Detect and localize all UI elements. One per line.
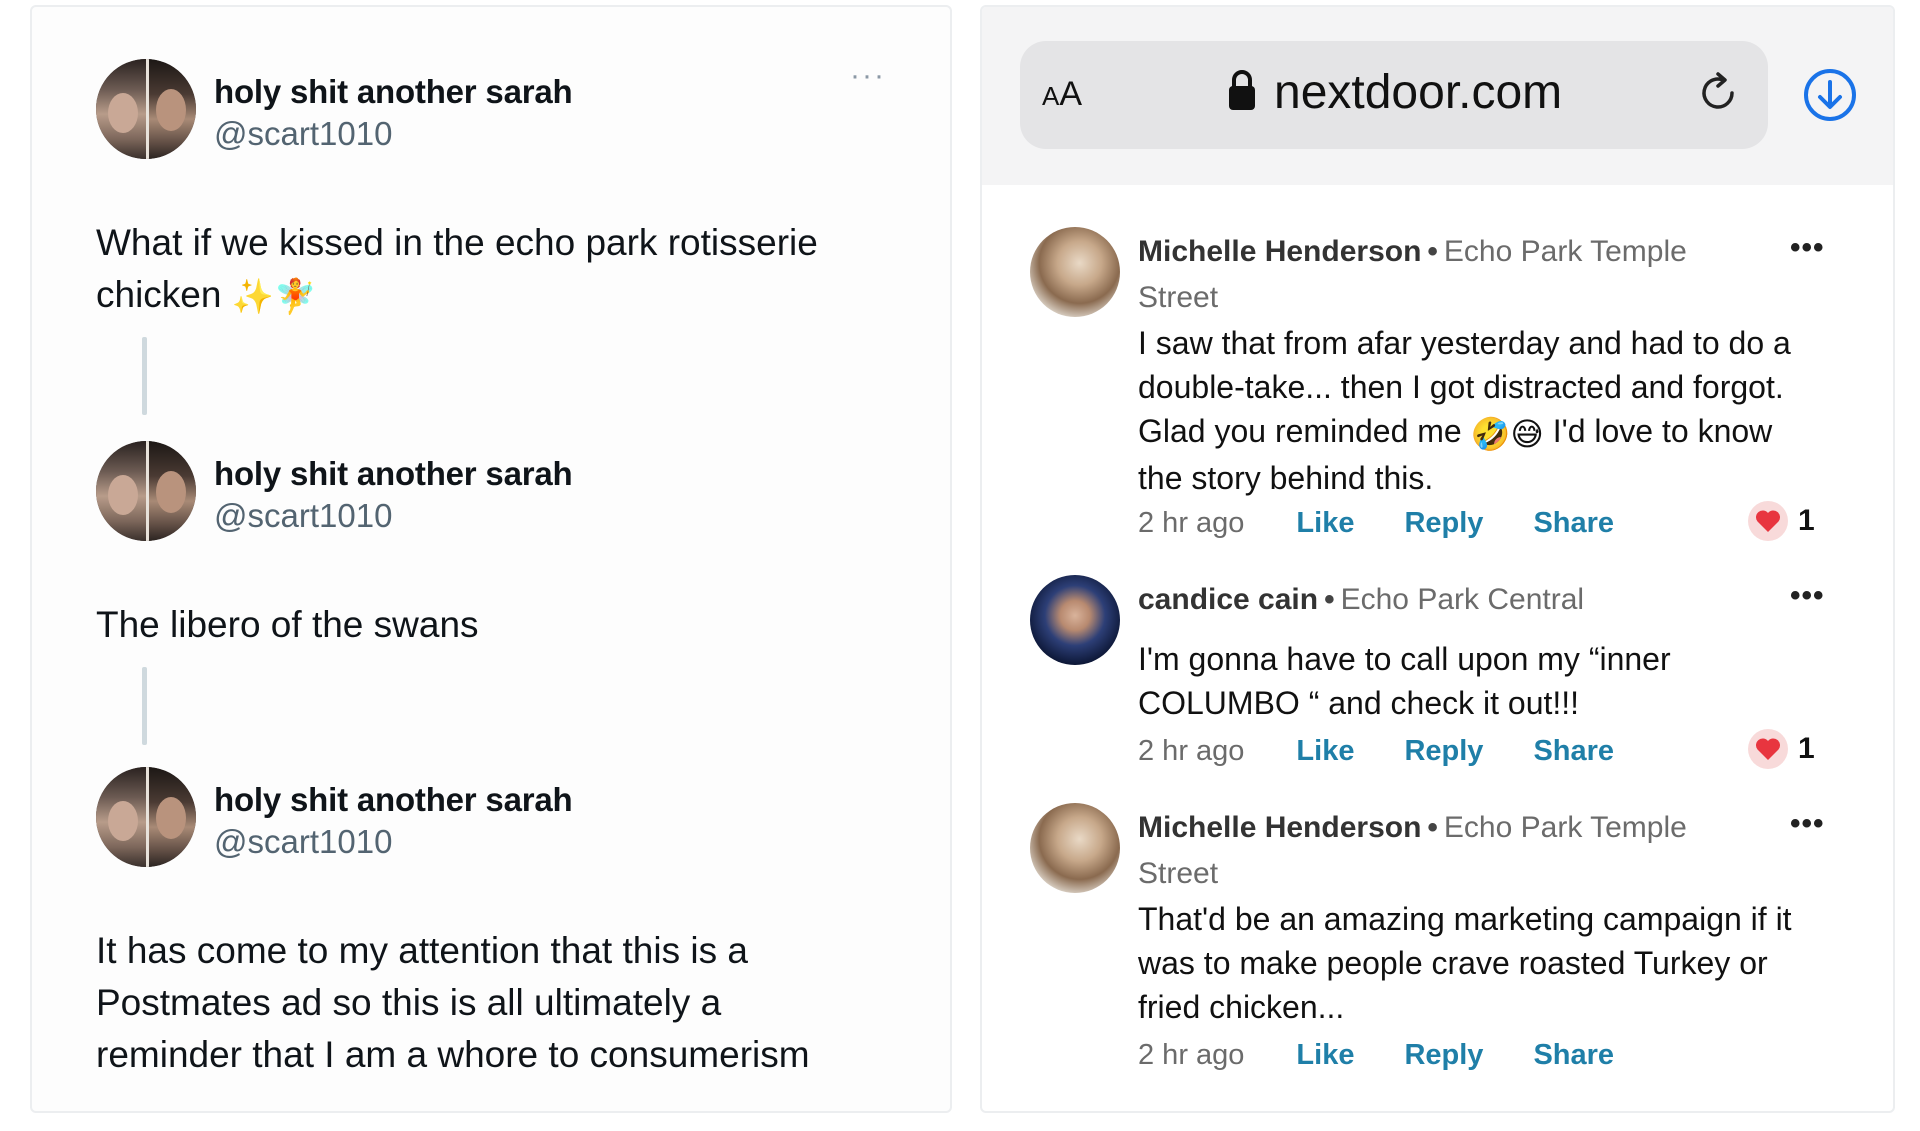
tweet-text: The libero of the swans [96,604,479,645]
nextdoor-panel: AA nextdoor.com Michelle Henderson • Echo … [980,5,1895,1113]
author-handle[interactable]: @scart1010 [214,823,392,861]
reader-text-size-button[interactable]: AA [1042,75,1082,114]
more-options-icon[interactable]: ••• [1790,579,1825,613]
fairy-icon: 🧚 [274,278,317,317]
author-name[interactable]: holy shit another sarah [214,781,573,819]
tweet: holy shit another sarah @scart1010 ··· W… [96,59,926,316]
comment-text: I saw that from afar yesterday and had t… [1138,325,1791,496]
like-button[interactable]: Like [1296,1039,1354,1071]
like-button[interactable]: Like [1296,507,1354,539]
comment-meta: 2 hr ago Like Reply Share [1138,1039,1614,1072]
thread-connector [142,667,147,745]
reaction-count: 1 [1798,504,1815,537]
comment: candice cain • Echo Park Central ••• I'm g… [1030,575,1850,775]
neighborhood: Echo Park Temple [1443,235,1687,268]
url-text[interactable]: nextdoor.com [1274,65,1562,120]
author-name[interactable]: holy shit another sarah [214,455,573,493]
author-handle[interactable]: @scart1010 [214,497,392,535]
comment-author[interactable]: candice cain • Echo Park Central [1138,583,1584,617]
avatar[interactable] [1030,803,1120,893]
rofl-emoji-icon: 🤣 [1470,415,1511,452]
more-options-icon[interactable]: ••• [1790,231,1825,265]
thread-connector [142,337,147,415]
comment: Michelle Henderson • Echo Park Temple Stre… [1030,803,1850,1083]
timestamp: 2 hr ago [1138,507,1245,539]
address-bar[interactable]: AA nextdoor.com [1020,41,1768,149]
lock-icon [1229,70,1255,110]
neighborhood-continued[interactable]: Street [1138,281,1218,315]
tweet: holy shit another sarah @scart1010 It ha… [96,767,926,1075]
reply-button[interactable]: Reply [1404,1039,1483,1071]
more-options-icon[interactable]: ••• [1790,807,1825,841]
author-name[interactable]: holy shit another sarah [214,73,573,111]
comment-author[interactable]: Michelle Henderson • Echo Park Temple [1138,811,1687,845]
neighborhood-continued[interactable]: Street [1138,857,1218,891]
timestamp: 2 hr ago [1138,735,1245,767]
comment-meta: 2 hr ago Like Reply Share [1138,735,1614,768]
avatar[interactable] [1030,575,1120,665]
sweat-smile-emoji-icon: 😅 [1510,415,1544,452]
download-icon[interactable] [1802,67,1858,123]
share-button[interactable]: Share [1533,507,1614,539]
tweet-header: holy shit another sarah @scart1010 [96,767,926,867]
comment-meta: 2 hr ago Like Reply Share [1138,507,1614,540]
share-button[interactable]: Share [1533,1039,1614,1071]
like-button[interactable]: Like [1296,735,1354,767]
tweet-text: What if we kissed in the echo park rotis… [96,217,896,323]
tweet-text: It has come to my attention that this is… [96,925,896,1081]
tweet-header: holy shit another sarah @scart1010 [96,59,926,159]
avatar[interactable] [96,767,196,867]
tweet-text-line: It has come to my attention that this is… [96,930,748,971]
tweet-text-line: reminder that I am a whore to consumeris… [96,1034,810,1075]
comment-text: I'm gonna have to call upon my “inner CO… [1138,641,1671,721]
tweet-text-line: What if we kissed in the echo park rotis… [96,222,818,263]
timestamp: 2 hr ago [1138,1039,1245,1071]
share-button[interactable]: Share [1533,735,1614,767]
avatar[interactable] [96,441,196,541]
reply-button[interactable]: Reply [1404,735,1483,767]
more-options-icon[interactable]: ··· [850,59,886,93]
heart-icon [1748,729,1788,769]
tweet-header: holy shit another sarah @scart1010 [96,441,926,541]
reaction-badge[interactable]: 1 [1748,729,1815,769]
browser-toolbar: AA nextdoor.com [982,7,1893,185]
reaction-badge[interactable]: 1 [1748,501,1815,541]
avatar[interactable] [1030,227,1120,317]
heart-icon [1748,501,1788,541]
author-handle[interactable]: @scart1010 [214,115,392,153]
tweet-text-line: chicken ✨🧚 [96,269,896,323]
avatar[interactable] [96,59,196,159]
reply-button[interactable]: Reply [1404,507,1483,539]
neighborhood: Echo Park Temple [1443,811,1687,844]
tweet-text-line: Postmates ad so this is all ultimately a [96,982,722,1023]
comment-text: That'd be an amazing marketing campaign … [1138,901,1792,1025]
tweet-thread-panel: holy shit another sarah @scart1010 ··· W… [30,5,952,1113]
comment-author[interactable]: Michelle Henderson • Echo Park Temple [1138,235,1687,269]
reload-icon[interactable] [1696,71,1740,115]
neighborhood: Echo Park Central [1340,583,1585,616]
tweet: holy shit another sarah @scart1010 The l… [96,441,926,645]
sparkles-icon: ✨ [231,278,275,317]
comment: Michelle Henderson • Echo Park Temple Stre… [1030,227,1850,547]
reaction-count: 1 [1798,732,1815,765]
